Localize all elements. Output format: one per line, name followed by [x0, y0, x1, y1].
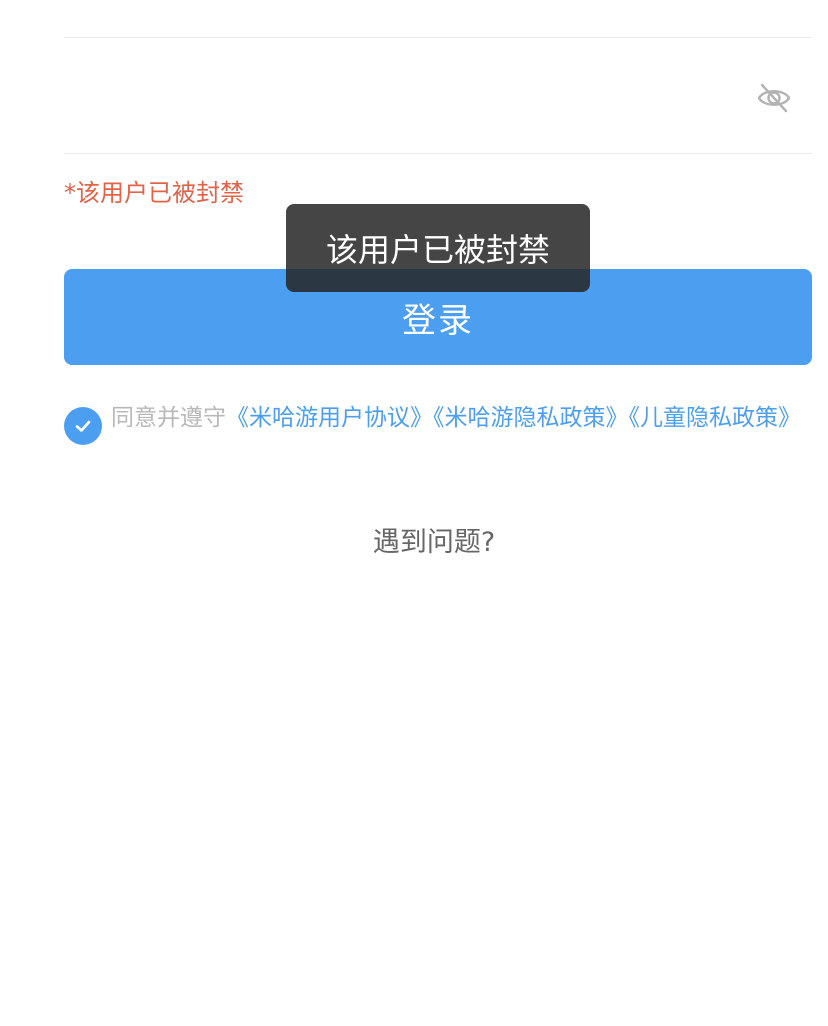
agreement-prefix: 同意并遵守 — [111, 405, 226, 431]
login-page: *该用户已被封禁 登录 该用户已被封禁 同意并遵守《米哈游用户协议》《米哈游隐私… — [0, 0, 828, 1026]
agreement-checkbox[interactable] — [64, 407, 102, 445]
help-link[interactable]: 遇到问题? — [0, 520, 828, 559]
user-agreement-link[interactable]: 《米哈游用户协议》 — [226, 405, 433, 431]
children-privacy-link[interactable]: 《儿童隐私政策》 — [629, 405, 802, 431]
password-field-divider — [64, 153, 812, 154]
eye-off-icon — [757, 83, 791, 113]
agreement-text: 同意并遵守《米哈游用户协议》《米哈游隐私政策》《儿童隐私政策》 — [111, 402, 816, 435]
toast-message: 该用户已被封禁 — [286, 204, 590, 292]
error-message: *该用户已被封禁 — [64, 179, 244, 207]
checkmark-icon — [75, 420, 91, 432]
privacy-policy-link[interactable]: 《米哈游隐私政策》 — [433, 405, 629, 431]
password-input[interactable] — [64, 38, 812, 153]
password-visibility-toggle[interactable] — [754, 78, 794, 118]
